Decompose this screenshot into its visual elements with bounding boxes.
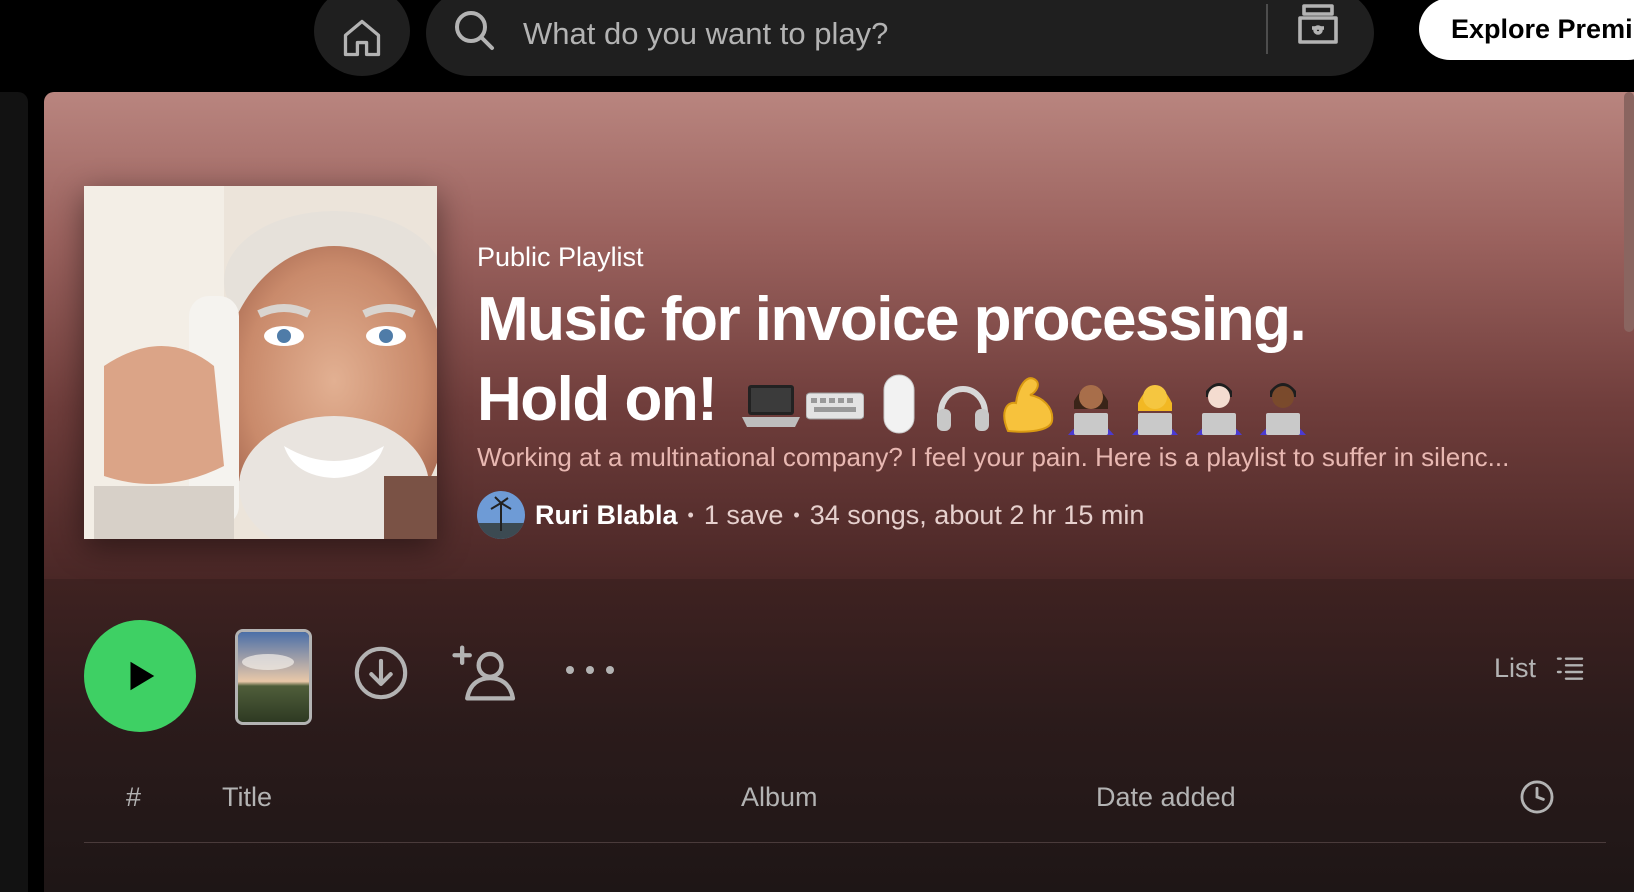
list-view-icon [1556, 657, 1584, 680]
search-bar[interactable]: What do you want to play? [426, 0, 1374, 76]
home-icon [343, 19, 381, 57]
playlist-type: Public Playlist [477, 242, 644, 272]
play-button[interactable] [84, 620, 196, 732]
laptop-emoji-icon [742, 373, 801, 435]
browse-icon[interactable] [1294, 0, 1342, 48]
meta-separator: • [793, 504, 800, 525]
explore-premium-button[interactable]: Explore Premium [1419, 0, 1634, 60]
playlist-title-line2: Hold on! [477, 365, 718, 434]
more-options-icon[interactable] [564, 662, 616, 678]
playlist-meta: Ruri Blabla • 1 save • 34 songs, about 2… [477, 490, 1144, 540]
scrollbar-thumb[interactable] [1624, 92, 1634, 332]
headphones-emoji-icon [934, 373, 992, 435]
playlist-title: Music for invoice processing. Hold on! [477, 280, 1617, 440]
download-icon[interactable] [352, 644, 410, 702]
playlist-cover-image[interactable] [84, 186, 437, 539]
column-date-added[interactable]: Date added [1096, 782, 1236, 813]
preview-cover-thumbnail[interactable] [235, 629, 312, 725]
search-icon [455, 11, 494, 50]
flexed-biceps-emoji-icon [998, 373, 1056, 435]
playlist-stats: 34 songs, about 2 hr 15 min [809, 499, 1145, 530]
view-mode-toggle[interactable]: List [1494, 652, 1586, 684]
search-input[interactable]: What do you want to play? [523, 16, 888, 52]
man-technologist-dark-emoji-icon [1254, 373, 1312, 435]
playlist-title-line1: Music for invoice processing. [477, 285, 1307, 354]
woman-technologist-blonde-emoji-icon [1126, 373, 1184, 435]
playlist-page: Public Playlist Music for invoice proces… [44, 92, 1634, 892]
home-button[interactable] [314, 0, 410, 76]
title-emoji-row [742, 373, 1312, 435]
playlist-description: Working at a multinational company? I fe… [477, 442, 1510, 472]
man-technologist-light-emoji-icon [1190, 373, 1248, 435]
view-mode-label: List [1494, 652, 1537, 683]
add-collaborator-icon[interactable] [452, 642, 518, 704]
action-bar-background [44, 579, 1634, 892]
mouse-emoji-icon [870, 373, 928, 435]
column-album[interactable]: Album [741, 782, 818, 813]
track-table-header: # Title Album Date added [84, 780, 1606, 832]
column-index: # [126, 782, 142, 812]
owner-name-link[interactable]: Ruri Blabla [535, 500, 678, 531]
column-title[interactable]: Title [222, 782, 272, 813]
library-panel-edge [0, 92, 28, 892]
keyboard-emoji-icon [805, 373, 865, 435]
search-divider [1266, 4, 1268, 54]
save-count: 1 save [703, 499, 784, 530]
owner-avatar[interactable] [477, 491, 525, 539]
play-icon [130, 661, 155, 691]
meta-separator: • [687, 504, 694, 525]
woman-technologist-emoji-icon [1062, 373, 1120, 435]
table-header-divider [84, 842, 1606, 843]
duration-clock-icon[interactable] [1518, 778, 1556, 816]
